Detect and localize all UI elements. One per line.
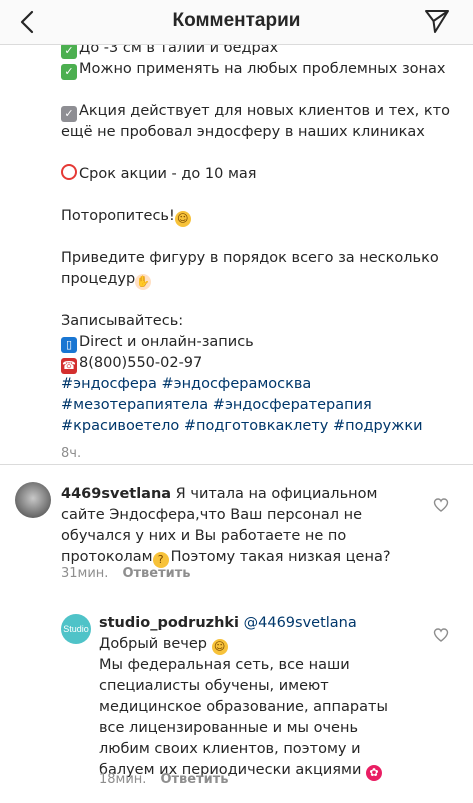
reply-button[interactable]: Ответить bbox=[122, 566, 190, 581]
caption-line: Срок акции - до 10 мая bbox=[61, 164, 461, 185]
reply-meta: 18мин. Ответить bbox=[99, 772, 228, 787]
avatar-label: Studio bbox=[63, 624, 89, 634]
raised-hands-icon: ✋ bbox=[135, 274, 152, 290]
divider bbox=[0, 464, 473, 465]
smiling-face-icon: ☺ bbox=[211, 639, 228, 655]
comment-time: 31мин. bbox=[61, 566, 109, 581]
comment-body: 4469svetlana Я читала на официальном сай… bbox=[61, 486, 391, 568]
caption-line: Записывайтесь: bbox=[61, 313, 184, 329]
comment-meta: 31мин. Ответить bbox=[61, 566, 190, 581]
telephone-icon: ☎ bbox=[61, 358, 77, 374]
paper-plane-icon[interactable] bbox=[423, 7, 451, 35]
hashtags[interactable]: #эндосфера #эндосферамосква bbox=[61, 374, 461, 395]
mention-link[interactable]: @4469svetlana bbox=[239, 615, 357, 631]
caption-line: ▯ Direct и онлайн-запись bbox=[61, 332, 461, 353]
caption-line: ещё не пробовал эндосферу в наших клиник… bbox=[61, 124, 425, 140]
avatar[interactable] bbox=[15, 482, 51, 518]
comment-username[interactable]: 4469svetlana bbox=[61, 486, 171, 502]
hashtags[interactable]: #мезотерапиятела #эндосфератерапия bbox=[61, 395, 461, 416]
hashtags[interactable]: #красивоетело #подготовкаклету #подружки bbox=[61, 416, 461, 437]
caption-line: ✓ Можно применять на любых проблемных зон… bbox=[61, 59, 461, 80]
alarm-clock-icon bbox=[61, 164, 77, 180]
reply-button[interactable]: Ответить bbox=[160, 772, 228, 787]
grinning-face-icon: ☺ bbox=[174, 211, 191, 227]
caption-line: Поторопитесь! ☺ bbox=[61, 206, 461, 227]
check-mark-icon: ✓ bbox=[61, 43, 77, 59]
heart-icon[interactable] bbox=[433, 497, 449, 513]
page-title: Комментарии bbox=[172, 10, 301, 31]
caption-line: Приведите фигуру в порядок всего за неск… bbox=[61, 250, 439, 266]
mobile-phone-icon: ▯ bbox=[61, 337, 77, 353]
avatar[interactable]: Studio bbox=[61, 614, 91, 644]
header-bar: Комментарии bbox=[0, 0, 473, 45]
check-mark-icon: ✓ bbox=[61, 64, 77, 80]
post-caption: ✓ До -3 см в талии и бедрах ✓ Можно примен… bbox=[61, 38, 461, 464]
bouquet-icon: ✿ bbox=[366, 765, 382, 781]
heart-icon[interactable] bbox=[433, 627, 449, 643]
caption-timestamp: 8ч. bbox=[61, 446, 82, 461]
reply-body: studio_podruzhki @4469svetlana Добрый ве… bbox=[99, 615, 388, 781]
reply-time: 18мин. bbox=[99, 772, 147, 787]
reply-username[interactable]: studio_podruzhki bbox=[99, 615, 239, 631]
caption-line: процедур✋ bbox=[61, 271, 152, 290]
caption-line: ☎ 8(800)550-02-97 bbox=[61, 355, 203, 374]
check-box-icon: ✓ bbox=[61, 106, 77, 122]
caption-line: ✓ Акция действует для новых клиентов и те… bbox=[61, 101, 461, 122]
